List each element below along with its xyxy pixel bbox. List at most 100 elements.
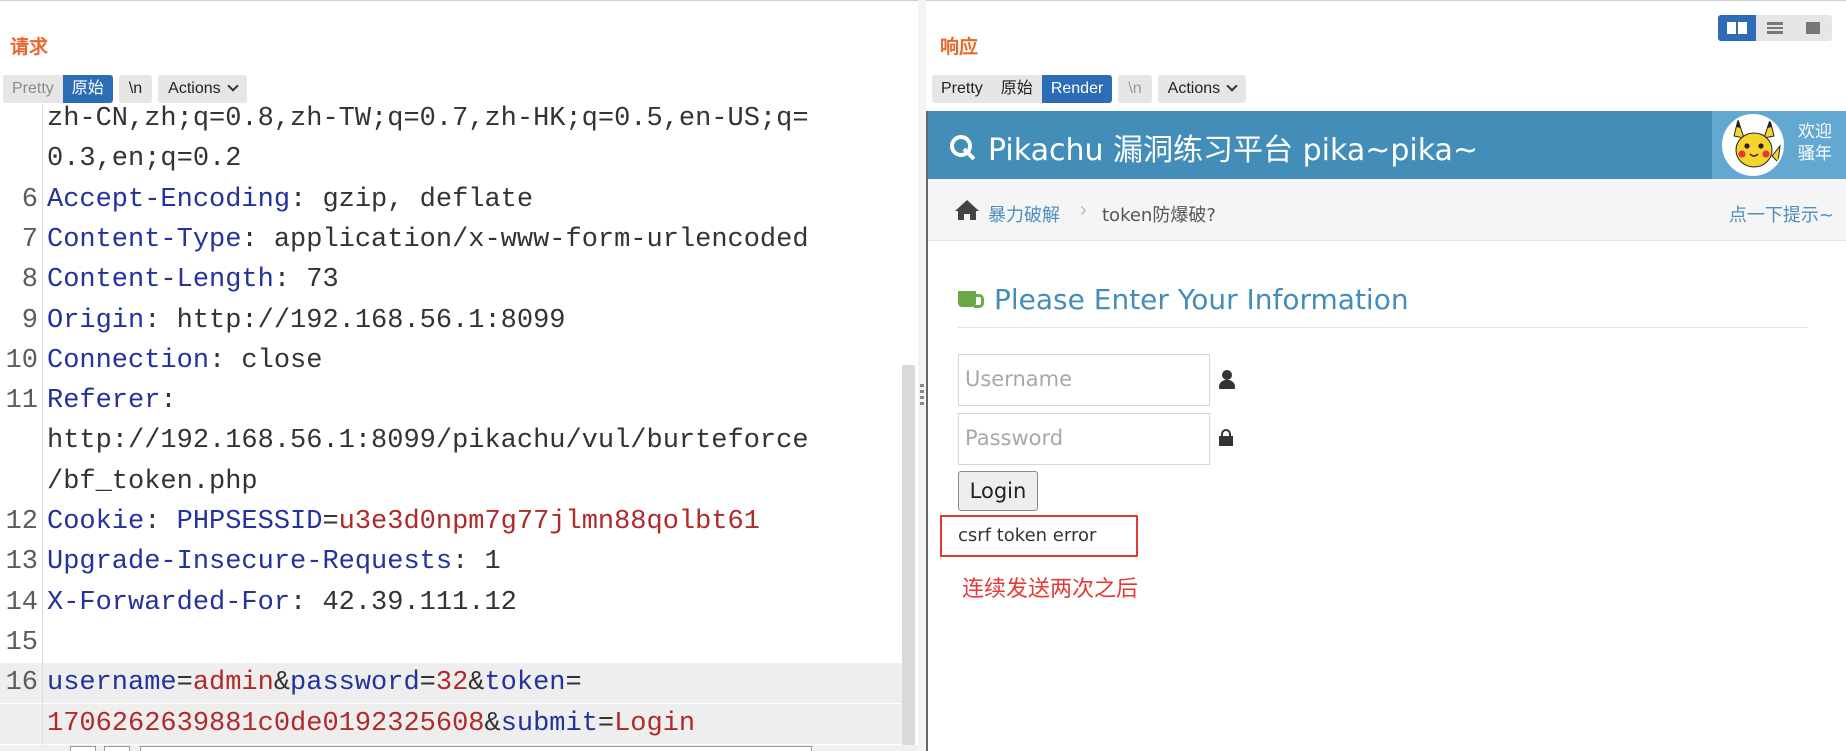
- code-token: 32: [435, 668, 469, 699]
- request-toolbar: Pretty 原始 \n Actions: [3, 75, 247, 103]
- code-token: : 42.39.111.12: [290, 587, 517, 618]
- code-line: 12 Cookie: PHPSESSID=u3e3d0npm7g77jlmn88q…: [0, 502, 902, 542]
- code-line: 7 Content-Type: application/x-www-form-ur…: [0, 220, 902, 260]
- code-line: 16 username=admin&password=32&token=: [0, 663, 902, 704]
- site-logo[interactable]: Pikachu 漏洞练习平台 pika~pika~: [950, 125, 1478, 169]
- code-token: =: [597, 708, 615, 739]
- line-content: Origin: http://192.168.56.1:8099: [47, 301, 566, 341]
- line-content: 0.3,en;q=0.2: [47, 139, 241, 179]
- request-view-tabs: Pretty 原始: [3, 75, 113, 103]
- code-line: http://192.168.56.1:8099/pikachu/vul/bur…: [0, 421, 902, 461]
- search-prev-button[interactable]: [70, 746, 96, 751]
- code-token: : 1: [452, 547, 501, 578]
- code-line: zh-CN,zh;q=0.8,zh-TW;q=0.7,zh-HK;q=0.5,e…: [0, 105, 902, 139]
- request-tab-raw[interactable]: 原始: [62, 75, 113, 103]
- code-token: http://192.168.56.1:8099/pikachu/vul/bur…: [47, 426, 809, 457]
- search-next-button[interactable]: [104, 746, 130, 751]
- rendered-page: Pikachu 漏洞练习平台 pika~pika~ 欢迎 骚年 暴力破解 › t…: [926, 111, 1846, 751]
- code-line: 14 X-Forwarded-For: 42.39.111.12: [0, 583, 902, 623]
- line-number: 8: [21, 265, 38, 296]
- annotation-note: 连续发送两次之后: [962, 577, 1139, 602]
- hint-link[interactable]: 点一下提示~: [1729, 201, 1834, 227]
- code-token: : gzip, deflate: [290, 184, 534, 215]
- code-token: /bf_token.php: [47, 466, 258, 497]
- line-content: Content-Type: application/x-www-form-url…: [47, 220, 809, 260]
- response-tab-pretty[interactable]: Pretty: [932, 75, 992, 103]
- code-token: 1706262639881c0de0192325608: [47, 708, 485, 739]
- breadcrumb-link-bruteforce[interactable]: 暴力破解: [988, 201, 1060, 227]
- response-toolbar: Pretty 原始 Render \n Actions: [932, 75, 1247, 103]
- code-token: PHPSESSID: [176, 507, 323, 537]
- user-menu[interactable]: 欢迎 骚年: [1712, 111, 1846, 179]
- avatar: [1722, 114, 1784, 176]
- response-actions-button[interactable]: Actions: [1157, 75, 1247, 103]
- response-newline-toggle[interactable]: \n: [1118, 75, 1152, 103]
- code-token: &: [468, 668, 485, 699]
- code-line: /bf_token.php: [0, 462, 902, 502]
- user-icon: [1218, 370, 1236, 390]
- line-content: Referer:: [47, 381, 177, 421]
- line-content: zh-CN,zh;q=0.8,zh-TW;q=0.7,zh-HK;q=0.5,e…: [47, 105, 809, 139]
- line-number: 11: [5, 386, 38, 417]
- line-content: username=admin&password=32&token=: [47, 663, 582, 703]
- form-heading-text: Please Enter Your Information: [994, 283, 1409, 316]
- full-view-button[interactable]: [1794, 15, 1832, 41]
- request-scrollbar[interactable]: [902, 365, 915, 745]
- response-title: 响应: [940, 36, 979, 58]
- key-icon: [950, 133, 978, 161]
- login-button[interactable]: Login: [958, 471, 1038, 511]
- request-actions-button[interactable]: Actions: [158, 75, 247, 103]
- response-tab-render[interactable]: Render: [1041, 75, 1113, 103]
- code-token: admin: [192, 668, 274, 699]
- line-number: 15: [5, 627, 38, 658]
- line-number: 16: [5, 668, 38, 699]
- code-line: 1706262639881c0de0192325608&submit=Login: [0, 703, 902, 744]
- line-number: 13: [5, 547, 38, 578]
- line-content: Upgrade-Insecure-Requests: 1: [47, 542, 501, 582]
- response-tab-raw[interactable]: 原始: [991, 75, 1042, 103]
- request-title: 请求: [10, 36, 49, 58]
- line-content: 1706262639881c0de0192325608&submit=Login: [47, 704, 695, 744]
- code-token: Origin: [47, 305, 145, 336]
- request-actions-label: Actions: [168, 80, 221, 97]
- form-heading: Please Enter Your Information: [958, 283, 1409, 316]
- rows-view-button[interactable]: [1756, 15, 1794, 41]
- chevron-down-icon: [1226, 80, 1238, 92]
- line-content: Accept-Encoding: gzip, deflate: [47, 180, 533, 220]
- home-icon[interactable]: [954, 199, 980, 221]
- full-view-icon: [1806, 22, 1820, 34]
- password-field[interactable]: Password: [958, 413, 1210, 465]
- username-field[interactable]: Username: [958, 354, 1210, 406]
- request-tab-pretty[interactable]: Pretty: [3, 75, 63, 103]
- rows-view-icon: [1767, 22, 1783, 35]
- layout-toggle: [1718, 15, 1832, 41]
- breadcrumb: 暴力破解 › token防爆破? 点一下提示~: [928, 179, 1846, 241]
- site-title: Pikachu 漏洞练习平台 pika~pika~: [988, 133, 1479, 168]
- code-line: 6 Accept-Encoding: gzip, deflate: [0, 180, 902, 220]
- code-token: =: [419, 668, 436, 699]
- code-token: 0.3,en;q=0.2: [47, 144, 242, 175]
- request-newline-toggle[interactable]: \n: [118, 75, 153, 103]
- code-line: 15: [0, 623, 902, 663]
- code-line: 11 Referer:: [0, 381, 902, 421]
- code-token: Referer: [47, 386, 161, 417]
- code-token: zh-CN,zh;q=0.8,zh-TW;q=0.7,zh-HK;q=0.5,e…: [47, 105, 809, 134]
- response-actions-label: Actions: [1167, 80, 1221, 97]
- line-content: Connection: close: [47, 341, 322, 381]
- pane-splitter[interactable]: [918, 0, 926, 751]
- code-token: &: [273, 668, 291, 699]
- lock-icon: [1219, 429, 1233, 447]
- line-content: /bf_token.php: [47, 462, 258, 502]
- error-message: csrf token error: [940, 515, 1138, 557]
- code-token: Content-Length: [47, 265, 274, 296]
- code-token: : application/x-www-form-urlencoded: [241, 224, 809, 255]
- split-view-icon: [1727, 22, 1747, 34]
- line-number: 6: [21, 184, 38, 215]
- split-view-button[interactable]: [1718, 15, 1756, 41]
- search-input[interactable]: [140, 746, 812, 751]
- request-editor[interactable]: zh-CN,zh;q=0.8,zh-TW;q=0.7,zh-HK;q=0.5,e…: [0, 105, 902, 745]
- welcome-line-1: 欢迎: [1798, 122, 1832, 142]
- code-token: : 73: [273, 265, 339, 296]
- code-token: : close: [209, 345, 323, 376]
- response-pane: 响应 Pretty 原始 Render \n Actions Pikachu 漏…: [926, 0, 1846, 751]
